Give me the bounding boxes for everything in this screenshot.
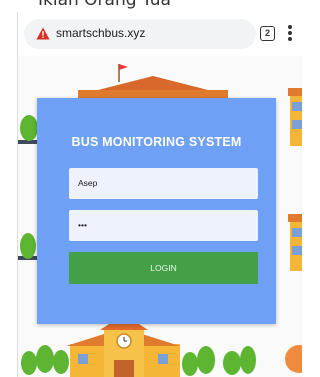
login-title: BUS MONITORING SYSTEM <box>71 135 242 149</box>
page-content: BUS MONITORING SYSTEM Asep ••• LOGIN <box>18 56 302 377</box>
url-text: smartschbus.xyz <box>56 26 146 40</box>
login-card: BUS MONITORING SYSTEM Asep ••• LOGIN <box>37 98 276 324</box>
more-vert-icon[interactable] <box>288 25 292 43</box>
password-field[interactable]: ••• <box>69 210 258 241</box>
tab-switcher-button[interactable]: 2 <box>260 26 275 41</box>
username-field[interactable]: Asep <box>69 168 258 199</box>
login-button[interactable]: LOGIN <box>69 252 258 284</box>
warning-triangle-icon[interactable] <box>36 27 50 40</box>
phone-screen: smartschbus.xyz 2 BUS MONITORING SYSTEM … <box>17 12 302 377</box>
address-bar[interactable]: smartschbus.xyz <box>24 19 256 49</box>
browser-toolbar: smartschbus.xyz 2 <box>18 12 302 56</box>
cropped-caption: Iklan Orang Tua <box>38 0 171 10</box>
